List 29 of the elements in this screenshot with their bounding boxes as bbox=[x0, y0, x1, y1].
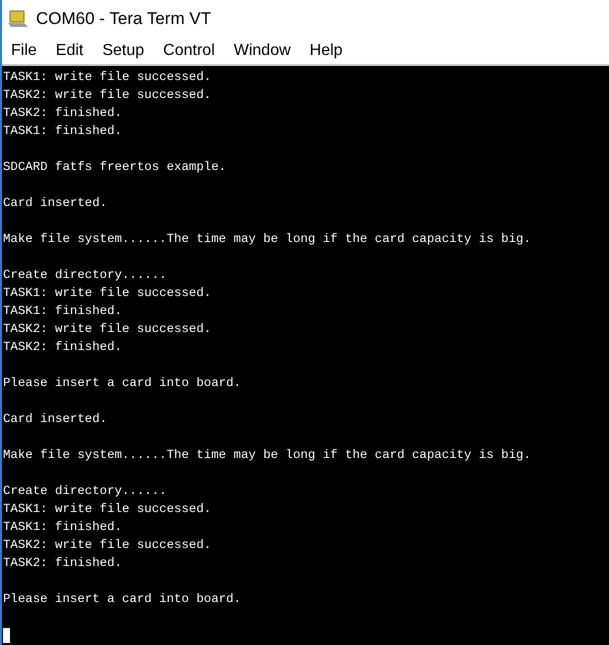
terminal-line: Card inserted. bbox=[3, 196, 108, 210]
terminal-line: Card inserted. bbox=[3, 412, 108, 426]
terminal-line: TASK2: finished. bbox=[3, 340, 122, 354]
terminal-line: TASK1: finished. bbox=[3, 520, 122, 534]
terminal-line: TASK2: write file successed. bbox=[3, 322, 212, 336]
terminal-line: TASK2: write file successed. bbox=[3, 538, 212, 552]
terminal-line: TASK1: write file successed. bbox=[3, 502, 212, 516]
terminal-line: SDCARD fatfs freertos example. bbox=[3, 160, 226, 174]
menu-item[interactable]: Edit bbox=[56, 39, 84, 63]
terminal-line: Create directory...... bbox=[3, 484, 167, 498]
terminal-line: Please insert a card into board. bbox=[3, 592, 241, 606]
menu-item[interactable]: File bbox=[11, 39, 37, 63]
menu-item[interactable]: Control bbox=[163, 39, 215, 63]
terminal-line: TASK1: finished. bbox=[3, 304, 122, 318]
terminal-line: Create directory...... bbox=[3, 268, 167, 282]
terminal-line: TASK1: write file successed. bbox=[3, 286, 212, 300]
window-title: COM60 - Tera Term VT bbox=[36, 8, 212, 30]
terminal-line: Make file system......The time may be long if the card capacity is big. bbox=[3, 448, 531, 462]
menu-item[interactable]: Window bbox=[234, 39, 291, 63]
terminal-app-icon bbox=[8, 10, 28, 28]
terminal-line: TASK2: finished. bbox=[3, 106, 122, 120]
terminal-line: TASK1: write file successed. bbox=[3, 70, 212, 84]
menu-item[interactable]: Setup bbox=[102, 39, 144, 63]
terminal-line: Please insert a card into board. bbox=[3, 376, 241, 390]
terminal-line: TASK2: write file successed. bbox=[3, 88, 212, 102]
terminal-line: TASK2: finished. bbox=[3, 556, 122, 570]
terminal-line: Make file system......The time may be long if the card capacity is big. bbox=[3, 232, 531, 246]
terminal-line: TASK1: finished. bbox=[3, 124, 122, 138]
menu-item[interactable]: Help bbox=[310, 39, 343, 63]
